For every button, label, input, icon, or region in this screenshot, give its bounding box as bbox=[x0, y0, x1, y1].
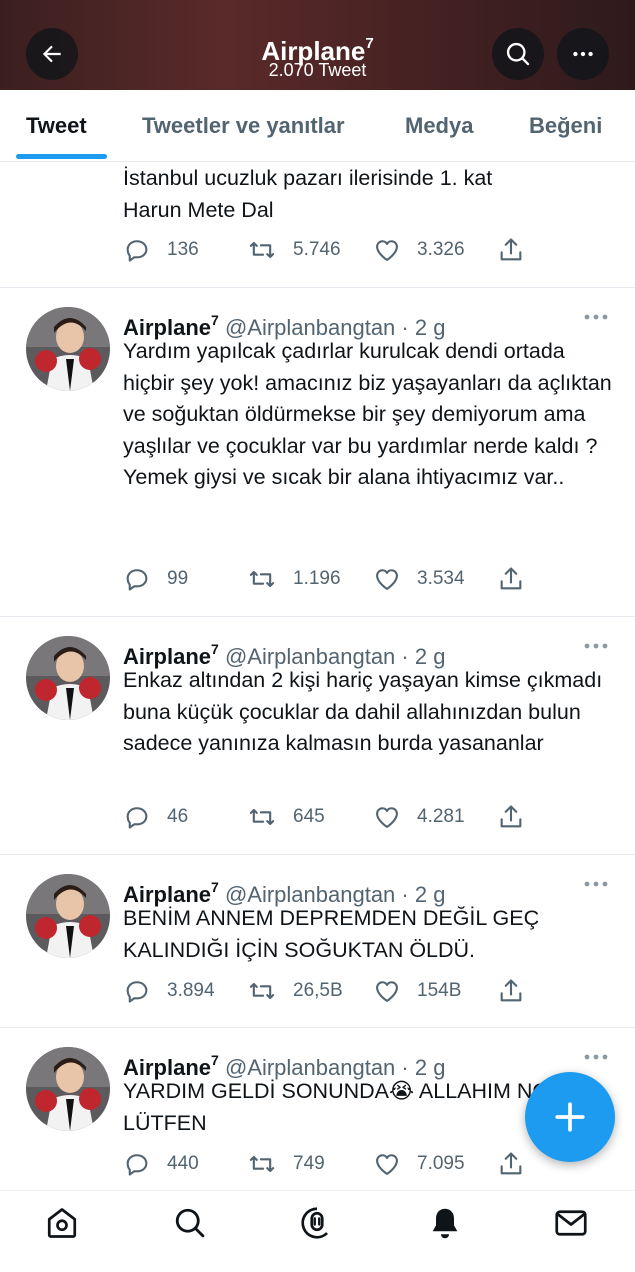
like-button[interactable]: 154B bbox=[373, 977, 461, 1005]
tweet[interactable]: Airplane7 @Airplanbangtan · 2 g BENİM AN… bbox=[0, 856, 635, 1028]
spaces-icon[interactable] bbox=[299, 1205, 335, 1241]
profile-tabs: Tweet Tweetler ve yanıtlar Medya Beğeni bbox=[0, 90, 635, 162]
retweet-button[interactable]: 1.196 bbox=[247, 565, 341, 593]
tab-media[interactable]: Medya bbox=[405, 112, 473, 140]
like-button[interactable]: 4.281 bbox=[373, 803, 465, 831]
reply-icon bbox=[126, 807, 148, 829]
retweet-button[interactable]: 26,5B bbox=[247, 977, 343, 1005]
explore-icon[interactable] bbox=[172, 1205, 208, 1241]
heart-icon bbox=[376, 1154, 398, 1175]
tweet-actions: 99 1.196 3.534 bbox=[123, 565, 543, 595]
retweet-button[interactable]: 645 bbox=[247, 803, 325, 831]
tweet-partial[interactable]: İstanbul ucuzluk pazarı ilerisinde 1. ka… bbox=[0, 163, 635, 288]
retweet-icon bbox=[249, 241, 275, 259]
tweet-actions: 46 645 4.281 bbox=[123, 803, 543, 833]
like-count: 3.534 bbox=[417, 568, 465, 589]
more-button[interactable] bbox=[557, 28, 609, 80]
share-button[interactable] bbox=[497, 236, 541, 264]
tweet-actions: 136 5.746 3.326 bbox=[123, 236, 543, 266]
like-count: 4.281 bbox=[417, 806, 465, 827]
bottom-navigation bbox=[0, 1190, 635, 1272]
tab-tweets-and-replies[interactable]: Tweetler ve yanıtlar bbox=[142, 112, 345, 140]
plus-icon bbox=[555, 1102, 585, 1132]
tweet-actions: 3.894 26,5B 154B bbox=[123, 977, 543, 1007]
like-count: 154B bbox=[417, 980, 462, 1001]
retweet-icon bbox=[249, 982, 275, 1000]
notifications-icon[interactable] bbox=[427, 1205, 463, 1241]
reply-count: 46 bbox=[167, 806, 189, 827]
share-button[interactable] bbox=[497, 803, 541, 831]
avatar[interactable] bbox=[26, 874, 110, 958]
tweet[interactable]: Airplane7 @Airplanbangtan · 2 g Yardım y… bbox=[0, 289, 635, 617]
retweet-count: 749 bbox=[293, 1153, 325, 1174]
reply-button[interactable]: 136 bbox=[123, 236, 199, 264]
avatar[interactable] bbox=[26, 636, 110, 720]
share-button[interactable] bbox=[497, 565, 541, 593]
retweet-count: 5.746 bbox=[293, 239, 341, 260]
like-button[interactable]: 3.326 bbox=[373, 236, 465, 264]
tweet-more-icon[interactable] bbox=[583, 874, 609, 894]
reply-icon bbox=[126, 240, 148, 262]
tweet-actions: 440 749 7.095 bbox=[123, 1150, 543, 1180]
avatar-photo-icon bbox=[26, 874, 110, 958]
active-tab-indicator bbox=[16, 154, 107, 159]
retweet-button[interactable]: 749 bbox=[247, 1150, 325, 1178]
heart-icon bbox=[376, 807, 398, 828]
more-icon bbox=[573, 51, 593, 57]
tab-tweet[interactable]: Tweet bbox=[26, 112, 87, 140]
messages-icon[interactable] bbox=[553, 1205, 589, 1241]
retweet-icon bbox=[249, 570, 275, 588]
avatar[interactable] bbox=[26, 1047, 110, 1131]
like-button[interactable]: 3.534 bbox=[373, 565, 465, 593]
share-icon bbox=[500, 567, 522, 590]
share-icon bbox=[500, 805, 522, 828]
reply-button[interactable]: 3.894 bbox=[123, 977, 215, 1005]
tweet-more-icon[interactable] bbox=[583, 636, 609, 656]
share-icon bbox=[500, 1152, 522, 1175]
reply-icon bbox=[126, 569, 148, 591]
tweet-more-icon[interactable] bbox=[583, 1047, 609, 1067]
retweet-count: 645 bbox=[293, 806, 325, 827]
reply-count: 136 bbox=[167, 239, 199, 260]
avatar[interactable] bbox=[26, 307, 110, 391]
retweet-count: 26,5B bbox=[293, 980, 343, 1001]
tweet[interactable]: Airplane7 @Airplanbangtan · 2 g Enkaz al… bbox=[0, 618, 635, 855]
retweet-count: 1.196 bbox=[293, 568, 341, 589]
tweet-text: Enkaz altından 2 kişi hariç yaşayan kims… bbox=[123, 668, 603, 755]
share-icon bbox=[500, 979, 522, 1002]
avatar-photo-icon bbox=[26, 307, 110, 391]
like-count: 7.095 bbox=[417, 1153, 465, 1174]
search-button[interactable] bbox=[492, 28, 544, 80]
reply-count: 3.894 bbox=[167, 980, 215, 1001]
reply-button[interactable]: 99 bbox=[123, 565, 188, 593]
reply-count: 99 bbox=[167, 568, 189, 589]
tweet-more-icon[interactable] bbox=[583, 307, 609, 327]
profile-header: Airplane7 2.070 Tweet bbox=[0, 0, 635, 90]
tweet-text: BENİM ANNEM DEPREMDEN DEĞİL GEÇ KALINDIĞ… bbox=[123, 906, 540, 962]
retweet-icon bbox=[249, 1155, 275, 1173]
tweet-text: Yardım yapılcak çadırlar kurulcak dendi … bbox=[123, 339, 612, 489]
search-icon bbox=[506, 42, 530, 66]
reply-button[interactable]: 440 bbox=[123, 1150, 199, 1178]
home-icon[interactable] bbox=[44, 1205, 80, 1241]
avatar-photo-icon bbox=[26, 1047, 110, 1131]
tab-likes[interactable]: Beğeni bbox=[529, 112, 602, 140]
reply-icon bbox=[126, 1154, 148, 1176]
share-icon bbox=[500, 238, 522, 261]
reply-count: 440 bbox=[167, 1153, 199, 1174]
heart-icon bbox=[376, 569, 398, 590]
like-button[interactable]: 7.095 bbox=[373, 1150, 465, 1178]
share-button[interactable] bbox=[497, 977, 541, 1005]
reply-icon bbox=[126, 981, 148, 1003]
like-count: 3.326 bbox=[417, 239, 465, 260]
share-button[interactable] bbox=[497, 1150, 541, 1178]
heart-icon bbox=[376, 240, 398, 261]
reply-button[interactable]: 46 bbox=[123, 803, 188, 831]
tweet-text: İstanbul ucuzluk pazarı ilerisinde 1. ka… bbox=[123, 166, 493, 222]
retweet-icon bbox=[249, 808, 275, 826]
retweet-button[interactable]: 5.746 bbox=[247, 236, 341, 264]
avatar-photo-icon bbox=[26, 636, 110, 720]
compose-tweet-button[interactable] bbox=[525, 1072, 615, 1162]
heart-icon bbox=[376, 981, 398, 1002]
